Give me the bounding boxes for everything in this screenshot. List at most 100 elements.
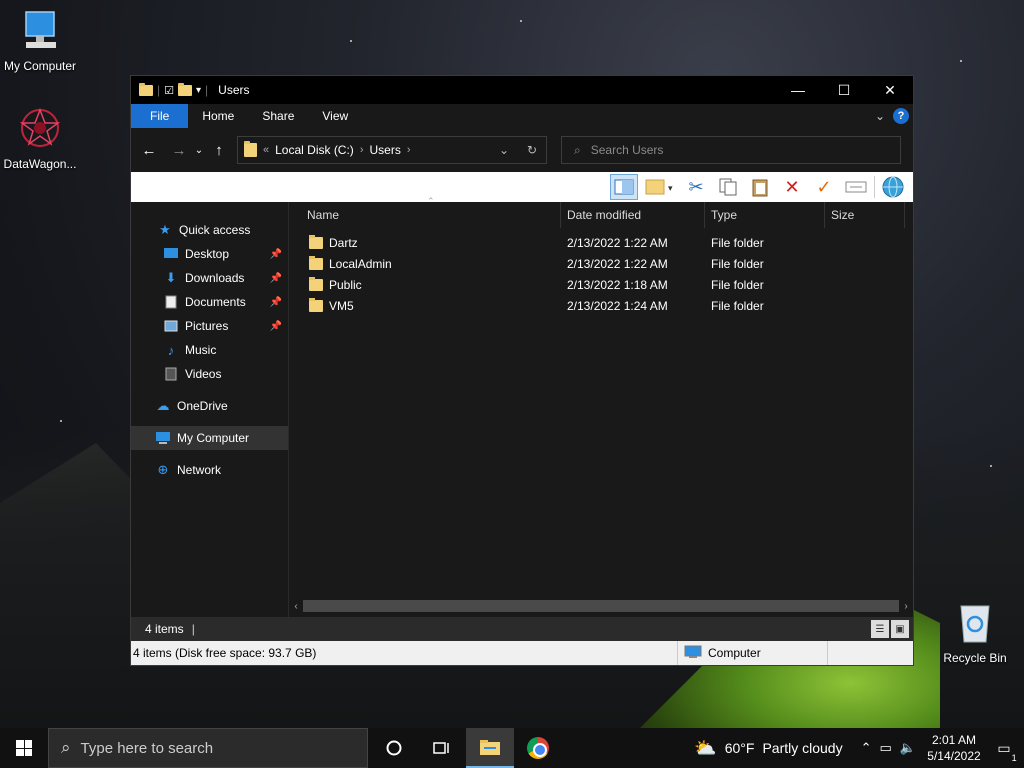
help-icon[interactable]: ? <box>893 108 909 124</box>
notification-center-icon[interactable]: ▭ 1 <box>984 728 1024 768</box>
copy-icon[interactable] <box>714 174 742 200</box>
nav-music[interactable]: ♪ Music <box>131 338 288 362</box>
table-row[interactable]: LocalAdmin 2/13/2022 1:22 AM File folder <box>289 253 913 274</box>
horizontal-scrollbar[interactable]: ‹ › <box>289 599 913 613</box>
network-icon: ⊕ <box>157 462 169 477</box>
file-explorer-taskbar-icon[interactable] <box>466 728 514 768</box>
tab-home[interactable]: Home <box>188 104 248 128</box>
breadcrumb-users[interactable]: Users <box>369 143 400 157</box>
volume-icon[interactable]: 🔈 <box>900 740 916 756</box>
maximize-button[interactable]: ☐ <box>821 76 867 104</box>
paste-icon[interactable] <box>746 174 774 200</box>
scroll-right-icon[interactable]: › <box>899 601 913 612</box>
nav-pictures[interactable]: Pictures 📌 <box>131 314 288 338</box>
search-icon: ⌕ <box>61 738 71 757</box>
taskbar-search[interactable]: ⌕ Type here to search <box>48 728 368 768</box>
navigation-bar: ← → ⌄ ↑ « Local Disk (C:) › Users › ⌄ ↻ … <box>131 128 913 172</box>
clock[interactable]: 2:01 AM 5/14/2022 <box>924 732 984 764</box>
column-size[interactable]: Size <box>825 202 905 228</box>
cut-icon[interactable]: ✂ <box>682 174 710 200</box>
system-tray: ⛅ 60°F Partly cloudy ⌃ ▭ 🔈 2:01 AM 5/14/… <box>694 728 1024 768</box>
pin-icon[interactable]: 📌 <box>270 321 282 332</box>
address-bar[interactable]: « Local Disk (C:) › Users › ⌄ ↻ <box>237 136 547 164</box>
column-headers: Name ⌃ Date modified Type Size <box>289 196 913 228</box>
divider: | <box>191 622 195 636</box>
file-name: Public <box>329 277 362 292</box>
nav-desktop[interactable]: Desktop 📌 <box>131 242 288 266</box>
view-options-icon[interactable]: ▾ <box>642 174 678 200</box>
chrome-icon[interactable] <box>514 728 562 768</box>
refresh-icon[interactable]: ↻ <box>518 143 546 157</box>
cortana-icon[interactable] <box>370 728 418 768</box>
chevron-up-icon[interactable]: ⌃ <box>861 740 872 756</box>
pin-icon[interactable]: 📌 <box>270 297 282 308</box>
breadcrumb-local-disk[interactable]: Local Disk (C:) <box>275 143 354 157</box>
column-name[interactable]: Name ⌃ <box>289 196 561 228</box>
new-folder-icon[interactable] <box>178 82 192 96</box>
file-explorer-window: | ☑ ▾ | Users — ☐ ✕ File Home Share View… <box>130 75 914 666</box>
desktop-icon-my-computer[interactable]: My Computer <box>0 8 80 73</box>
status-filler <box>827 641 913 665</box>
forward-arrow-icon[interactable]: → <box>167 138 191 162</box>
breadcrumb-separator[interactable]: › <box>407 144 411 156</box>
scrollbar-thumb[interactable] <box>303 600 899 612</box>
large-icons-view-icon[interactable]: ▣ <box>891 620 909 638</box>
customize-dropdown-icon[interactable]: ▾ <box>196 85 201 96</box>
delete-icon[interactable]: ✕ <box>778 174 806 200</box>
search-box[interactable]: ⌕ Search Users <box>561 136 901 164</box>
desktop-icon-datawagon[interactable]: DataWagon... <box>0 106 80 171</box>
folder-icon <box>244 141 257 157</box>
cloud-icon: ☁ <box>156 398 170 413</box>
weather-widget[interactable]: ⛅ 60°F Partly cloudy <box>694 738 852 759</box>
table-row[interactable]: Public 2/13/2022 1:18 AM File folder <box>289 274 913 295</box>
nav-downloads[interactable]: ⬇ Downloads 📌 <box>131 266 288 290</box>
windows-logo-icon <box>16 740 32 756</box>
table-row[interactable]: Dartz 2/13/2022 1:22 AM File folder <box>289 232 913 253</box>
nav-label: Downloads <box>185 271 245 285</box>
overflow-chevron[interactable]: « <box>263 144 269 156</box>
tab-share[interactable]: Share <box>248 104 308 128</box>
file-date: 2/13/2022 1:22 AM <box>567 235 668 250</box>
star <box>990 465 992 467</box>
column-date-modified[interactable]: Date modified <box>561 202 705 228</box>
close-button[interactable]: ✕ <box>867 76 913 104</box>
globe-icon[interactable] <box>879 174 907 200</box>
network-tray-icon[interactable]: ▭ <box>880 740 892 756</box>
task-view-icon[interactable] <box>418 728 466 768</box>
pin-icon[interactable]: 📌 <box>270 249 282 260</box>
nav-my-computer[interactable]: My Computer <box>131 426 288 450</box>
preview-pane-icon[interactable] <box>610 174 638 200</box>
pin-icon[interactable]: 📌 <box>270 273 282 284</box>
checkmark-icon[interactable]: ✓ <box>810 174 838 200</box>
recent-locations-icon[interactable]: ⌄ <box>191 138 207 162</box>
properties-icon[interactable]: ☑ <box>164 84 174 97</box>
minimize-button[interactable]: — <box>775 76 821 104</box>
status-bar: 4 items | ☰ ▣ <box>131 617 913 641</box>
file-rows: Dartz 2/13/2022 1:22 AM File folder LocalAd… <box>289 232 913 316</box>
expand-ribbon-icon[interactable]: ⌄ <box>875 109 885 123</box>
ribbon-right: ⌄ ? <box>875 104 913 128</box>
file-type: File folder <box>711 235 764 250</box>
column-label: Name <box>307 208 340 222</box>
scroll-left-icon[interactable]: ‹ <box>289 601 303 612</box>
start-button[interactable] <box>0 728 48 768</box>
rename-icon[interactable] <box>842 174 870 200</box>
window-title: Users <box>218 83 250 97</box>
tab-view[interactable]: View <box>308 104 362 128</box>
nav-quick-access[interactable]: ★ Quick access <box>131 218 288 242</box>
column-type[interactable]: Type <box>705 202 825 228</box>
nav-onedrive[interactable]: ☁ OneDrive <box>131 394 288 418</box>
nav-documents[interactable]: Documents 📌 <box>131 290 288 314</box>
address-dropdown-icon[interactable]: ⌄ <box>490 143 518 157</box>
tab-file[interactable]: File <box>131 104 189 128</box>
folder-icon <box>309 255 323 270</box>
up-arrow-icon[interactable]: ↑ <box>207 138 231 162</box>
details-view-icon[interactable]: ☰ <box>871 620 889 638</box>
nav-videos[interactable]: Videos <box>131 362 288 386</box>
details-bar: 4 items (Disk free space: 93.7 GB) Compu… <box>131 641 913 665</box>
table-row[interactable]: VM5 2/13/2022 1:24 AM File folder <box>289 295 913 316</box>
back-arrow-icon[interactable]: ← <box>137 138 161 162</box>
nav-network[interactable]: ⊕ Network <box>131 458 288 482</box>
breadcrumb-separator[interactable]: › <box>360 144 364 156</box>
desktop-icon-recycle-bin[interactable]: Recycle Bin <box>935 600 1015 665</box>
